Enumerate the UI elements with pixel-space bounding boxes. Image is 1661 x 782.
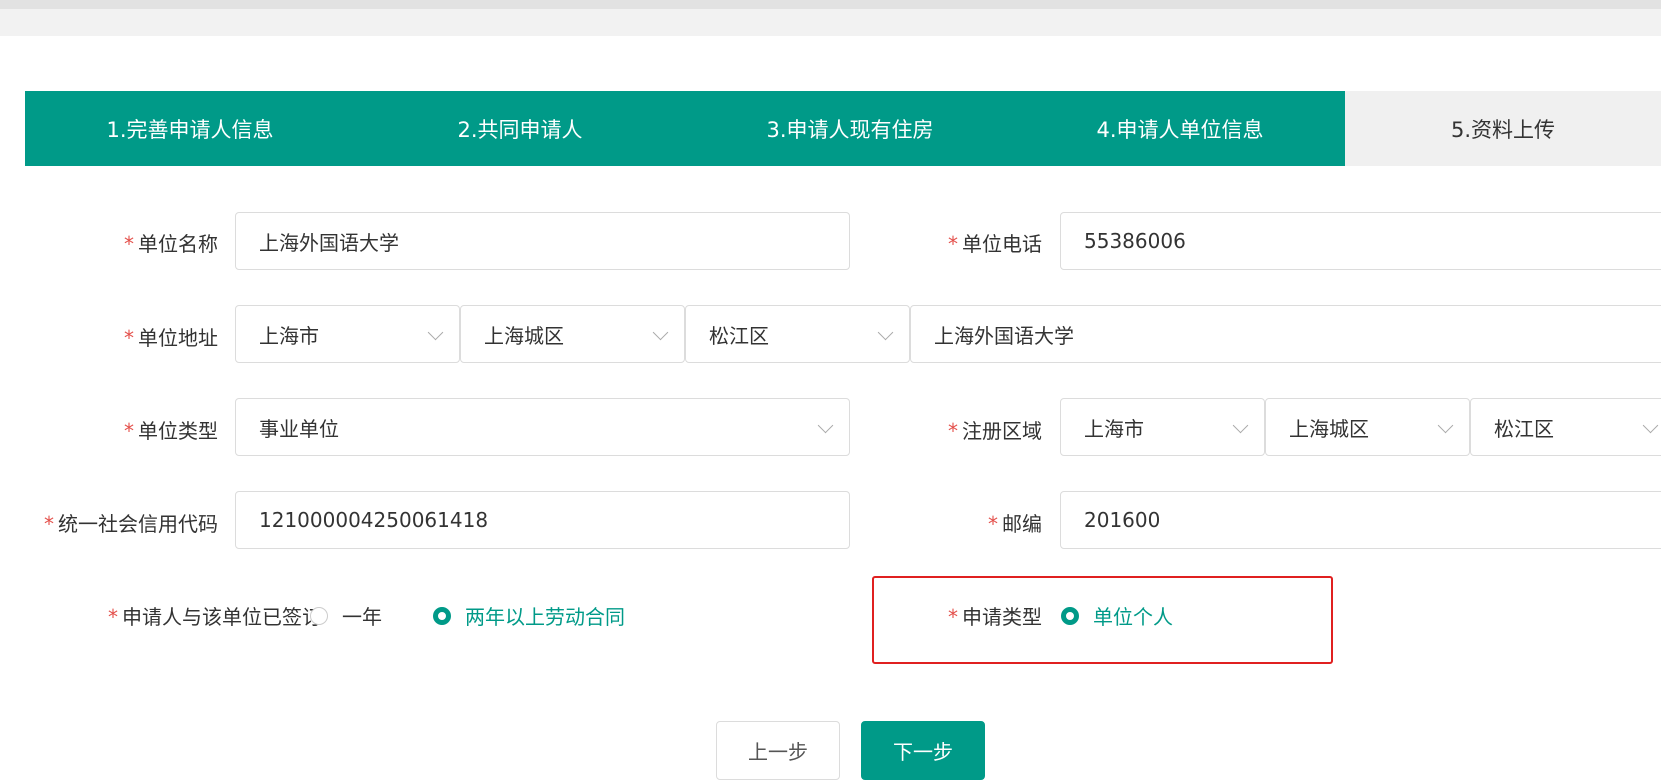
region-city-value: 上海城区 [1289, 416, 1369, 441]
company-phone-label: * 单位电话 [948, 232, 1042, 256]
contract-label: * 申请人与该单位已签订 [108, 605, 322, 629]
region-province-value: 上海市 [1084, 416, 1144, 441]
company-type-select[interactable]: 事业单位 [235, 398, 850, 456]
address-city-value: 上海城区 [484, 323, 564, 348]
step-4-label: 4.申请人单位信息 [1096, 117, 1264, 142]
next-step-label: 下一步 [893, 740, 953, 764]
address-district-value: 松江区 [709, 323, 769, 348]
required-mark: * [108, 605, 118, 629]
postcode-label: * 邮编 [988, 512, 1042, 536]
chevron-down-icon [1232, 417, 1249, 434]
contract-option-two-years-label: 两年以上劳动合同 [465, 605, 625, 629]
chevron-down-icon [817, 417, 834, 434]
credit-code-value: 121000004250061418 [259, 508, 489, 532]
register-region-label: * 注册区域 [948, 419, 1042, 443]
address-province-value: 上海市 [259, 323, 319, 348]
address-detail-input[interactable]: 上海外国语大学 [910, 305, 1661, 363]
radio-checked-icon [433, 606, 451, 625]
step-bar: 1.完善申请人信息 2.共同申请人 3.申请人现有住房 4.申请人单位信息 5.… [25, 91, 1661, 166]
required-mark: * [124, 419, 134, 443]
contract-option-one-year-label: 一年 [342, 605, 382, 629]
region-district-select[interactable]: 松江区 [1470, 398, 1661, 456]
region-city-select[interactable]: 上海城区 [1265, 398, 1470, 456]
chevron-down-icon [427, 324, 444, 341]
highlight-box [872, 576, 1333, 664]
step-4[interactable]: 4.申请人单位信息 [1015, 91, 1345, 166]
company-type-label: * 单位类型 [124, 419, 218, 443]
company-phone-input[interactable]: 55386006 [1060, 212, 1661, 270]
required-mark: * [124, 326, 134, 350]
company-name-input[interactable]: 上海外国语大学 [235, 212, 850, 270]
chevron-down-icon [652, 324, 669, 341]
company-name-label: * 单位名称 [124, 232, 218, 256]
contract-option-one-year[interactable]: 一年 [310, 601, 382, 630]
credit-code-input[interactable]: 121000004250061418 [235, 491, 850, 549]
company-name-value: 上海外国语大学 [259, 230, 399, 255]
address-province-select[interactable]: 上海市 [235, 305, 460, 363]
prev-step-button[interactable]: 上一步 [716, 721, 840, 780]
step-2[interactable]: 2.共同申请人 [355, 91, 685, 166]
required-mark: * [124, 232, 134, 256]
company-phone-value: 55386006 [1084, 229, 1186, 253]
company-type-value: 事业单位 [259, 416, 339, 441]
chevron-down-icon [1642, 417, 1659, 434]
prev-step-label: 上一步 [748, 740, 808, 764]
address-detail-value: 上海外国语大学 [934, 323, 1074, 348]
contract-option-two-years[interactable]: 两年以上劳动合同 [433, 601, 625, 630]
required-mark: * [948, 232, 958, 256]
next-step-button[interactable]: 下一步 [861, 721, 985, 780]
step-3[interactable]: 3.申请人现有住房 [685, 91, 1015, 166]
required-mark: * [948, 419, 958, 443]
step-1-label: 1.完善申请人信息 [106, 117, 274, 142]
postcode-input[interactable]: 201600 [1060, 491, 1661, 549]
company-address-label: * 单位地址 [124, 326, 218, 350]
step-1[interactable]: 1.完善申请人信息 [25, 91, 355, 166]
region-province-select[interactable]: 上海市 [1060, 398, 1265, 456]
address-city-select[interactable]: 上海城区 [460, 305, 685, 363]
step-5-label: 5.资料上传 [1450, 117, 1556, 142]
step-5[interactable]: 5.资料上传 [1345, 91, 1661, 166]
top-bar [0, 0, 1661, 36]
required-mark: * [988, 512, 998, 536]
region-district-value: 松江区 [1494, 416, 1554, 441]
postcode-value: 201600 [1084, 508, 1161, 532]
chevron-down-icon [877, 324, 894, 341]
chevron-down-icon [1437, 417, 1454, 434]
credit-code-label: * 统一社会信用代码 [44, 512, 218, 536]
address-district-select[interactable]: 松江区 [685, 305, 910, 363]
step-3-label: 3.申请人现有住房 [766, 117, 934, 142]
radio-unchecked-icon [310, 606, 328, 625]
required-mark: * [44, 512, 54, 536]
step-2-label: 2.共同申请人 [457, 117, 583, 142]
